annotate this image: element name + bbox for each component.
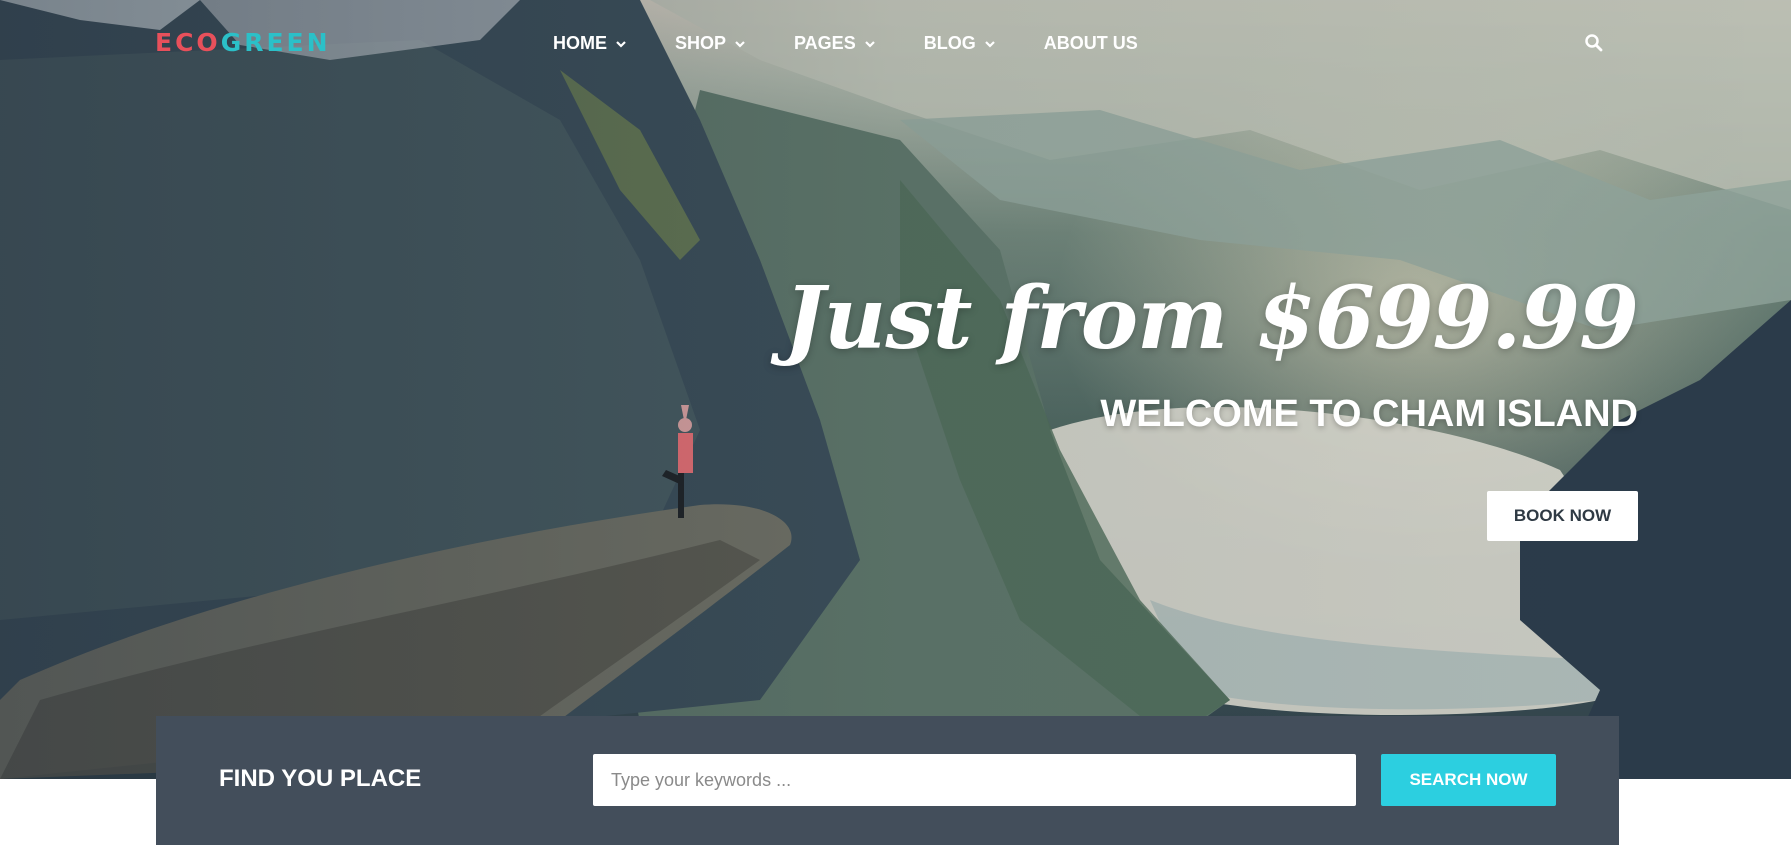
nav-item-label: SHOP [675, 33, 727, 53]
nav-item-pages[interactable]: PAGES [794, 33, 876, 54]
nav-item-label: HOME [553, 33, 607, 53]
search-icon [1585, 34, 1603, 52]
hero-subheadline: WELCOME TO CHAM ISLAND [1100, 393, 1638, 435]
logo-part-eco: ECO [155, 28, 221, 57]
hero-banner [0, 0, 1791, 779]
nav-item-about-us[interactable]: ABOUT US [1044, 33, 1138, 54]
find-place-bar: FIND YOU PLACE SEARCH NOW [156, 716, 1619, 845]
nav-item-label: PAGES [794, 33, 856, 53]
nav-item-label: ABOUT US [1043, 33, 1138, 53]
keyword-search-input[interactable] [593, 754, 1356, 806]
main-nav: HOME SHOP PAGES BLOG ABOUT US [553, 33, 1186, 54]
chevron-down-icon [864, 40, 875, 48]
brand-logo[interactable]: ECOGREEN [155, 28, 331, 57]
nav-item-blog[interactable]: BLOG [924, 33, 996, 54]
nav-item-label: BLOG [923, 33, 976, 53]
chevron-down-icon [984, 40, 995, 48]
chevron-down-icon [735, 40, 745, 48]
book-now-button[interactable]: BOOK NOW [1487, 491, 1638, 541]
chevron-down-icon [616, 40, 626, 48]
header-search-button[interactable] [1584, 33, 1604, 53]
nav-item-home[interactable]: HOME [553, 33, 627, 54]
search-now-button[interactable]: SEARCH NOW [1381, 754, 1556, 806]
nav-item-shop[interactable]: SHOP [675, 33, 746, 54]
logo-part-green: GREEN [220, 28, 331, 57]
hero-headline: Just from $699.99 [784, 268, 1639, 369]
find-place-title: FIND YOU PLACE [219, 765, 422, 792]
